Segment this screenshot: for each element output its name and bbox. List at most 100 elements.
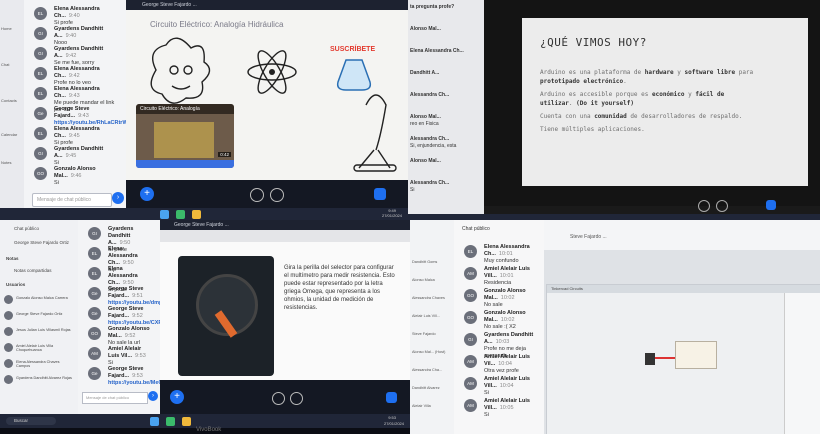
- slide-text-run: y: [684, 91, 696, 98]
- send-button[interactable]: ›: [148, 391, 158, 401]
- user-list-item[interactable]: Gyardens Dandhitt Alvarez Rojas: [4, 374, 74, 386]
- rail-contacts-label[interactable]: Contacts: [1, 98, 17, 103]
- send-button[interactable]: ›: [112, 192, 124, 204]
- mic-icon[interactable]: [272, 392, 285, 405]
- message-time: 10:01: [498, 251, 513, 257]
- user-list-item[interactable]: Alessandra Chaves: [412, 296, 452, 300]
- quadrant-bottom-right: Dandhitt Goms Alonso Malca Alessandra Chav…: [410, 220, 820, 434]
- user-list-item[interactable]: Elena Alessandra Chaves Campos: [4, 358, 74, 370]
- message-link[interactable]: https://youtu.be/MeQ5pKfGrf: [108, 380, 183, 387]
- windows-start-icon[interactable]: [150, 417, 159, 426]
- user-list-item[interactable]: Gonzalo Alonso Malca Carrera: [4, 294, 74, 306]
- sender-name: Alessandra Ch...: [410, 92, 450, 98]
- chat-message-header: Elena Alessandra Ch... 9:43: [54, 86, 118, 100]
- browser-icon[interactable]: [176, 210, 185, 219]
- browser-icon[interactable]: [166, 417, 175, 426]
- video-thumbnail[interactable]: Circuito Eléctrico: Analogía 0:42: [136, 104, 234, 168]
- chat-message: GO Gonzalo Alonso Mal... 10:02 No sale: [464, 288, 536, 310]
- taskbar: Buscar 9:53 27/01/2024: [0, 414, 410, 428]
- chat-message-header: Gyardens Dandhitt A... 9:50: [108, 226, 152, 247]
- user-list-item[interactable]: Dandhitt Alvarez: [412, 386, 452, 390]
- slide-text-run: comunidad: [594, 113, 627, 120]
- message-time: 10:04: [499, 383, 514, 389]
- multimeter-photo: [178, 256, 274, 376]
- breadboard[interactable]: [675, 341, 717, 369]
- rail-home-label[interactable]: Home: [1, 26, 12, 31]
- camera-icon[interactable]: [270, 188, 284, 202]
- avatar: EL: [34, 127, 47, 140]
- chat-message: Ge George Steve Fajard... 9:52 https://yout…: [88, 306, 182, 328]
- user-list-item[interactable]: Alonso Malca: [412, 278, 452, 282]
- message-time: 9:52: [132, 313, 143, 319]
- prev-icon[interactable]: [698, 200, 710, 212]
- chat-input[interactable]: Mensaje de chat público: [32, 193, 112, 207]
- rail-chat-label[interactable]: Chat: [1, 62, 9, 67]
- user-list-item[interactable]: Alonso Mal... (Host): [412, 350, 452, 354]
- nav-host[interactable]: George Steve Fajardo Ortiz: [14, 240, 69, 245]
- chat-input[interactable]: Mensaje de chat público: [82, 392, 148, 404]
- chat-strip: ta pregunta profe? Alonso Mal... Elena Ale…: [408, 0, 484, 214]
- share-icon[interactable]: [766, 200, 776, 210]
- rail-calendar-label[interactable]: Calendar: [1, 132, 17, 137]
- user-list-item[interactable]: Amiel Alelair Luis Villa Choquehuanca: [4, 342, 74, 354]
- battery-component[interactable]: [645, 353, 655, 365]
- chat-message: Alessandra Ch... Si: [410, 180, 480, 194]
- message-text: Muy confundo: [484, 258, 519, 264]
- user-list-item[interactable]: Steve Fajardo: [412, 332, 452, 336]
- component-panel[interactable]: [784, 293, 820, 434]
- windows-start-icon[interactable]: [160, 210, 169, 219]
- avatar: GI: [34, 147, 47, 160]
- slide-frame: ¿QUÉ VIMOS HOY? Arduino es una plataform…: [484, 0, 820, 214]
- meeting-topbar: Steve Fajardo ...: [544, 220, 820, 250]
- screen-share-icon[interactable]: [374, 188, 386, 200]
- browser-slide[interactable]: Gira la perilla del selector para config…: [160, 230, 410, 380]
- add-button[interactable]: +: [140, 187, 154, 201]
- message-time: 9:51: [132, 293, 143, 299]
- message-text: Si: [484, 390, 489, 396]
- avatar: EL: [88, 267, 101, 280]
- chat-message: GI Gyardens Dandhitt A... 10:03 Profe no me…: [464, 332, 536, 359]
- chat-message: AM Amiel Alelair Luis Vill... 10:01 Residen…: [464, 266, 536, 288]
- circuit-simulator[interactable]: Tinkercad Circuits: [546, 284, 820, 434]
- slide-text-run: económico: [651, 91, 685, 98]
- search-box[interactable]: Buscar: [6, 417, 56, 425]
- message-text: Si: [54, 180, 59, 186]
- user-name: Jesus Julian Luis Villasmil Rojas: [16, 328, 71, 332]
- explorer-icon[interactable]: [192, 210, 201, 219]
- thumbnail-duration: 0:42: [218, 152, 231, 157]
- mic-icon[interactable]: [250, 188, 264, 202]
- slide-text-run: software libre: [684, 69, 736, 76]
- rail-notes-label[interactable]: Notes: [1, 160, 11, 165]
- message-time: 9:46: [70, 173, 82, 179]
- user-list-item[interactable]: Alelair Luis Vill...: [412, 314, 452, 318]
- message-time: 9:45: [65, 153, 77, 159]
- screen-share-icon[interactable]: [386, 392, 397, 403]
- public-chat-panel: GI Gyardens Dandhitt A... 9:50 Si profe EL El…: [78, 220, 184, 414]
- chat-message: GI Gyardens Dandhitt A... 9:40 Nooo: [34, 26, 118, 48]
- chat-message: EL Elena Alessandra Ch... 9:42 Profe no lo …: [34, 66, 118, 88]
- chat-message: GI Gyardens Dandhitt A... 9:45 Si: [34, 146, 118, 168]
- add-button[interactable]: +: [170, 390, 184, 404]
- user-list-item[interactable]: Alessandra Cha...: [412, 368, 452, 372]
- browser-address-bar[interactable]: [160, 230, 410, 242]
- nav-public-chat[interactable]: Chat público: [14, 226, 39, 231]
- user-list-item[interactable]: Jesus Julian Luis Villasmil Rojas: [4, 326, 74, 338]
- slide-line: Tiene múltiples aplicaciones.: [540, 125, 800, 134]
- chat-message: Alessandra Ch...: [410, 92, 480, 99]
- explorer-icon[interactable]: [182, 417, 191, 426]
- sender-name: Elena Alessandra Ch...: [410, 48, 464, 54]
- nav-shared-notes[interactable]: Notas compartidas: [14, 268, 52, 273]
- slide: ¿QUÉ VIMOS HOY? Arduino es una plataform…: [522, 18, 808, 186]
- avatar: GO: [464, 289, 477, 302]
- camera-icon[interactable]: [290, 392, 303, 405]
- chat-message: AM Amiel Alelair Luis Vill... 10:04 Si: [464, 376, 536, 398]
- camera-icon[interactable]: [716, 200, 728, 212]
- message-time: 9:53: [135, 353, 146, 359]
- user-list-item[interactable]: George Steve Fajardo Ortiz: [4, 310, 74, 322]
- user-list-item[interactable]: Dandhitt Goms: [412, 260, 452, 264]
- user-list-item[interactable]: Alelair Villa: [412, 404, 452, 408]
- chat-message-header: Gonzalo Alonso Mal... 9:52: [108, 326, 152, 340]
- wire[interactable]: [655, 357, 675, 359]
- avatar: AM: [464, 355, 477, 368]
- shared-video[interactable]: Circuito Eléctrico: Analogía Hidráulica …: [126, 10, 408, 180]
